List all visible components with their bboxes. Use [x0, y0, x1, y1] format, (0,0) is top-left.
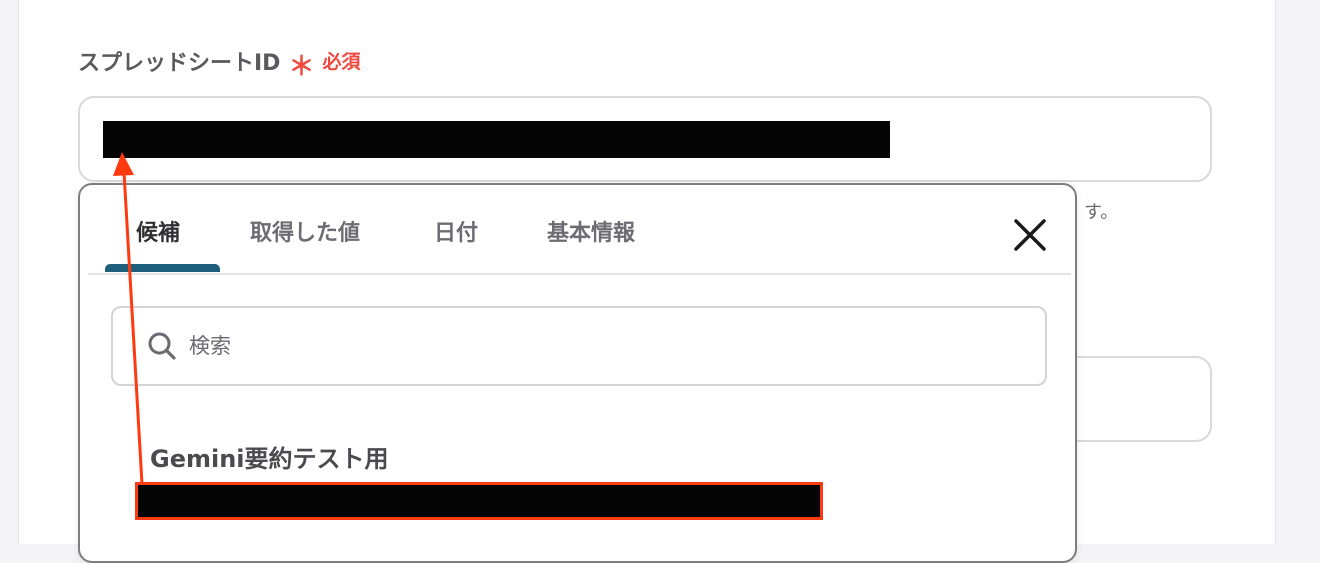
search-input[interactable]	[187, 333, 1011, 359]
tab-retrieved-values[interactable]: 取得した値	[250, 215, 360, 247]
dropdown-tabs: 候補 取得した値 日付 基本情報	[88, 185, 1071, 275]
field-hint-text: す。	[1084, 202, 1119, 223]
tab-candidates[interactable]: 候補	[136, 215, 180, 247]
required-star: ＊	[288, 52, 315, 82]
redacted-input-value	[103, 121, 890, 158]
close-button[interactable]	[1010, 215, 1050, 255]
search-icon	[148, 332, 176, 360]
close-icon	[1014, 219, 1046, 251]
tab-date[interactable]: 日付	[434, 215, 478, 247]
required-text: 必須	[322, 51, 361, 73]
search-box[interactable]	[111, 306, 1047, 386]
next-field-input[interactable]	[1060, 356, 1212, 442]
result-item-title[interactable]: Gemini要約テスト用	[150, 439, 389, 474]
tab-basic-info[interactable]: 基本情報	[547, 215, 635, 247]
field-label-text: スプレッドシートID	[78, 50, 281, 76]
active-tab-indicator	[105, 264, 220, 272]
spreadsheet-id-label: スプレッドシートID ＊ 必須	[78, 42, 361, 83]
highlighted-redacted-result[interactable]	[135, 482, 823, 520]
